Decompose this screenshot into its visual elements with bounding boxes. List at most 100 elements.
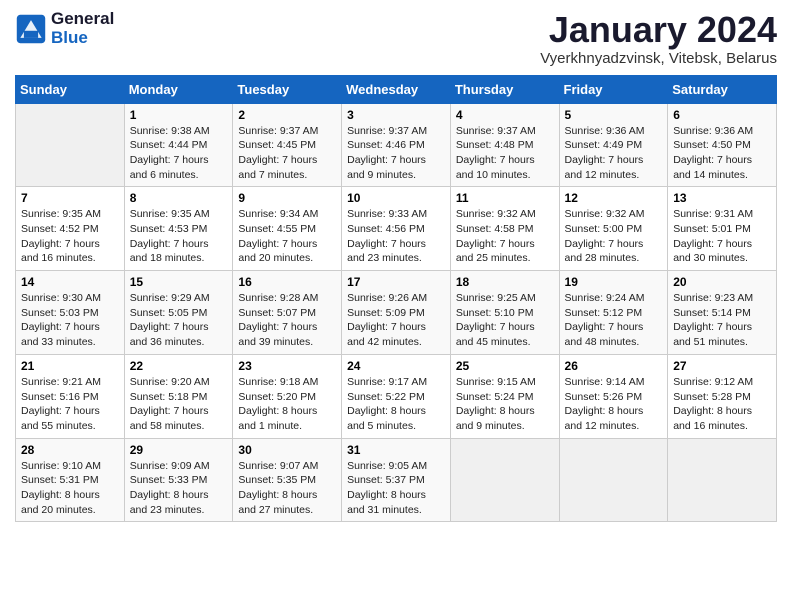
day-info: Sunrise: 9:32 AMSunset: 5:00 PMDaylight:… [565, 207, 663, 266]
day-info: Sunrise: 9:26 AMSunset: 5:09 PMDaylight:… [347, 291, 445, 350]
calendar-cell [559, 438, 668, 522]
calendar-cell: 4 Sunrise: 9:37 AMSunset: 4:48 PMDaylight… [450, 103, 559, 187]
day-info: Sunrise: 9:36 AMSunset: 4:49 PMDaylight:… [565, 124, 663, 183]
weekday-header: Thursday [450, 75, 559, 103]
day-info: Sunrise: 9:17 AMSunset: 5:22 PMDaylight:… [347, 375, 445, 434]
day-info: Sunrise: 9:35 AMSunset: 4:52 PMDaylight:… [21, 207, 119, 266]
day-info: Sunrise: 9:20 AMSunset: 5:18 PMDaylight:… [130, 375, 228, 434]
calendar-cell: 6Sunrise: 9:36 AMSunset: 4:50 PMDaylight… [668, 103, 777, 187]
calendar-cell [668, 438, 777, 522]
calendar-cell: 22 Sunrise: 9:20 AMSunset: 5:18 PMDayligh… [124, 354, 233, 438]
day-number: 9 [238, 191, 336, 205]
calendar-cell: 2 Sunrise: 9:37 AMSunset: 4:45 PMDaylight… [233, 103, 342, 187]
calendar-cell: 12Sunrise: 9:32 AMSunset: 5:00 PMDayligh… [559, 187, 668, 271]
day-number: 3 [347, 108, 445, 122]
calendar-week-row: 1 Sunrise: 9:38 AMSunset: 4:44 PMDaylight… [16, 103, 777, 187]
calendar-cell: 8 Sunrise: 9:35 AMSunset: 4:53 PMDaylight… [124, 187, 233, 271]
calendar-cell: 24Sunrise: 9:17 AMSunset: 5:22 PMDayligh… [342, 354, 451, 438]
day-number: 27 [673, 359, 771, 373]
month-title: January 2024 [540, 10, 777, 50]
day-info: Sunrise: 9:14 AMSunset: 5:26 PMDaylight:… [565, 375, 663, 434]
calendar-cell: 28 Sunrise: 9:10 AMSunset: 5:31 PMDayligh… [16, 438, 125, 522]
day-number: 15 [130, 275, 228, 289]
calendar-cell: 29Sunrise: 9:09 AMSunset: 5:33 PMDayligh… [124, 438, 233, 522]
calendar-cell: 20Sunrise: 9:23 AMSunset: 5:14 PMDayligh… [668, 271, 777, 355]
day-info: Sunrise: 9:12 AMSunset: 5:28 PMDaylight:… [673, 375, 771, 434]
day-number: 19 [565, 275, 663, 289]
location: Vyerkhnyadzvinsk, Vitebsk, Belarus [540, 50, 777, 67]
day-number: 22 [130, 359, 228, 373]
calendar-table: SundayMondayTuesdayWednesdayThursdayFrid… [15, 75, 777, 523]
calendar-week-row: 28 Sunrise: 9:10 AMSunset: 5:31 PMDayligh… [16, 438, 777, 522]
weekday-header-row: SundayMondayTuesdayWednesdayThursdayFrid… [16, 75, 777, 103]
calendar-cell: 10Sunrise: 9:33 AMSunset: 4:56 PMDayligh… [342, 187, 451, 271]
calendar-cell: 21 Sunrise: 9:21 AMSunset: 5:16 PMDayligh… [16, 354, 125, 438]
day-info: Sunrise: 9:38 AMSunset: 4:44 PMDaylight:… [130, 124, 228, 183]
calendar-cell: 18 Sunrise: 9:25 AMSunset: 5:10 PMDayligh… [450, 271, 559, 355]
day-info: Sunrise: 9:05 AMSunset: 5:37 PMDaylight:… [347, 459, 445, 518]
day-number: 5 [565, 108, 663, 122]
day-number: 28 [21, 443, 119, 457]
calendar-cell: 1 Sunrise: 9:38 AMSunset: 4:44 PMDaylight… [124, 103, 233, 187]
day-info: Sunrise: 9:10 AMSunset: 5:31 PMDaylight:… [21, 459, 119, 518]
calendar-cell [16, 103, 125, 187]
day-info: Sunrise: 9:36 AMSunset: 4:50 PMDaylight:… [673, 124, 771, 183]
day-info: Sunrise: 9:35 AMSunset: 4:53 PMDaylight:… [130, 207, 228, 266]
day-number: 17 [347, 275, 445, 289]
logo: General Blue [15, 10, 114, 47]
day-info: Sunrise: 9:21 AMSunset: 5:16 PMDaylight:… [21, 375, 119, 434]
day-number: 20 [673, 275, 771, 289]
day-info: Sunrise: 9:09 AMSunset: 5:33 PMDaylight:… [130, 459, 228, 518]
day-number: 1 [130, 108, 228, 122]
calendar-week-row: 14 Sunrise: 9:30 AMSunset: 5:03 PMDayligh… [16, 271, 777, 355]
weekday-header: Monday [124, 75, 233, 103]
day-number: 18 [456, 275, 554, 289]
day-info: Sunrise: 9:07 AMSunset: 5:35 PMDaylight:… [238, 459, 336, 518]
day-info: Sunrise: 9:30 AMSunset: 5:03 PMDaylight:… [21, 291, 119, 350]
calendar-cell: 13 Sunrise: 9:31 AMSunset: 5:01 PMDayligh… [668, 187, 777, 271]
day-number: 4 [456, 108, 554, 122]
calendar-cell: 26 Sunrise: 9:14 AMSunset: 5:26 PMDayligh… [559, 354, 668, 438]
day-number: 23 [238, 359, 336, 373]
day-info: Sunrise: 9:34 AMSunset: 4:55 PMDaylight:… [238, 207, 336, 266]
day-number: 13 [673, 191, 771, 205]
logo-icon [15, 13, 47, 45]
logo-text: General Blue [51, 10, 114, 47]
day-number: 21 [21, 359, 119, 373]
day-info: Sunrise: 9:28 AMSunset: 5:07 PMDaylight:… [238, 291, 336, 350]
day-number: 14 [21, 275, 119, 289]
day-number: 8 [130, 191, 228, 205]
weekday-header: Tuesday [233, 75, 342, 103]
day-info: Sunrise: 9:37 AMSunset: 4:48 PMDaylight:… [456, 124, 554, 183]
weekday-header: Friday [559, 75, 668, 103]
day-info: Sunrise: 9:32 AMSunset: 4:58 PMDaylight:… [456, 207, 554, 266]
day-info: Sunrise: 9:29 AMSunset: 5:05 PMDaylight:… [130, 291, 228, 350]
weekday-header: Sunday [16, 75, 125, 103]
calendar-cell: 19 Sunrise: 9:24 AMSunset: 5:12 PMDayligh… [559, 271, 668, 355]
calendar-cell: 25 Sunrise: 9:15 AMSunset: 5:24 PMDayligh… [450, 354, 559, 438]
day-number: 26 [565, 359, 663, 373]
day-number: 31 [347, 443, 445, 457]
calendar-cell: 15 Sunrise: 9:29 AMSunset: 5:05 PMDayligh… [124, 271, 233, 355]
calendar-cell: 16Sunrise: 9:28 AMSunset: 5:07 PMDayligh… [233, 271, 342, 355]
day-info: Sunrise: 9:25 AMSunset: 5:10 PMDaylight:… [456, 291, 554, 350]
day-number: 10 [347, 191, 445, 205]
day-number: 11 [456, 191, 554, 205]
weekday-header: Saturday [668, 75, 777, 103]
calendar-week-row: 21 Sunrise: 9:21 AMSunset: 5:16 PMDayligh… [16, 354, 777, 438]
calendar-cell: 5 Sunrise: 9:36 AMSunset: 4:49 PMDaylight… [559, 103, 668, 187]
day-info: Sunrise: 9:15 AMSunset: 5:24 PMDaylight:… [456, 375, 554, 434]
calendar-cell: 27 Sunrise: 9:12 AMSunset: 5:28 PMDayligh… [668, 354, 777, 438]
day-number: 25 [456, 359, 554, 373]
title-block: January 2024 Vyerkhnyadzvinsk, Vitebsk, … [540, 10, 777, 67]
calendar-cell: 31 Sunrise: 9:05 AMSunset: 5:37 PMDayligh… [342, 438, 451, 522]
calendar-cell [450, 438, 559, 522]
weekday-header: Wednesday [342, 75, 451, 103]
day-info: Sunrise: 9:31 AMSunset: 5:01 PMDaylight:… [673, 207, 771, 266]
calendar-cell: 23 Sunrise: 9:18 AMSunset: 5:20 PMDayligh… [233, 354, 342, 438]
day-info: Sunrise: 9:18 AMSunset: 5:20 PMDaylight:… [238, 375, 336, 434]
day-info: Sunrise: 9:24 AMSunset: 5:12 PMDaylight:… [565, 291, 663, 350]
day-number: 2 [238, 108, 336, 122]
day-info: Sunrise: 9:37 AMSunset: 4:45 PMDaylight:… [238, 124, 336, 183]
calendar-cell: 17 Sunrise: 9:26 AMSunset: 5:09 PMDayligh… [342, 271, 451, 355]
